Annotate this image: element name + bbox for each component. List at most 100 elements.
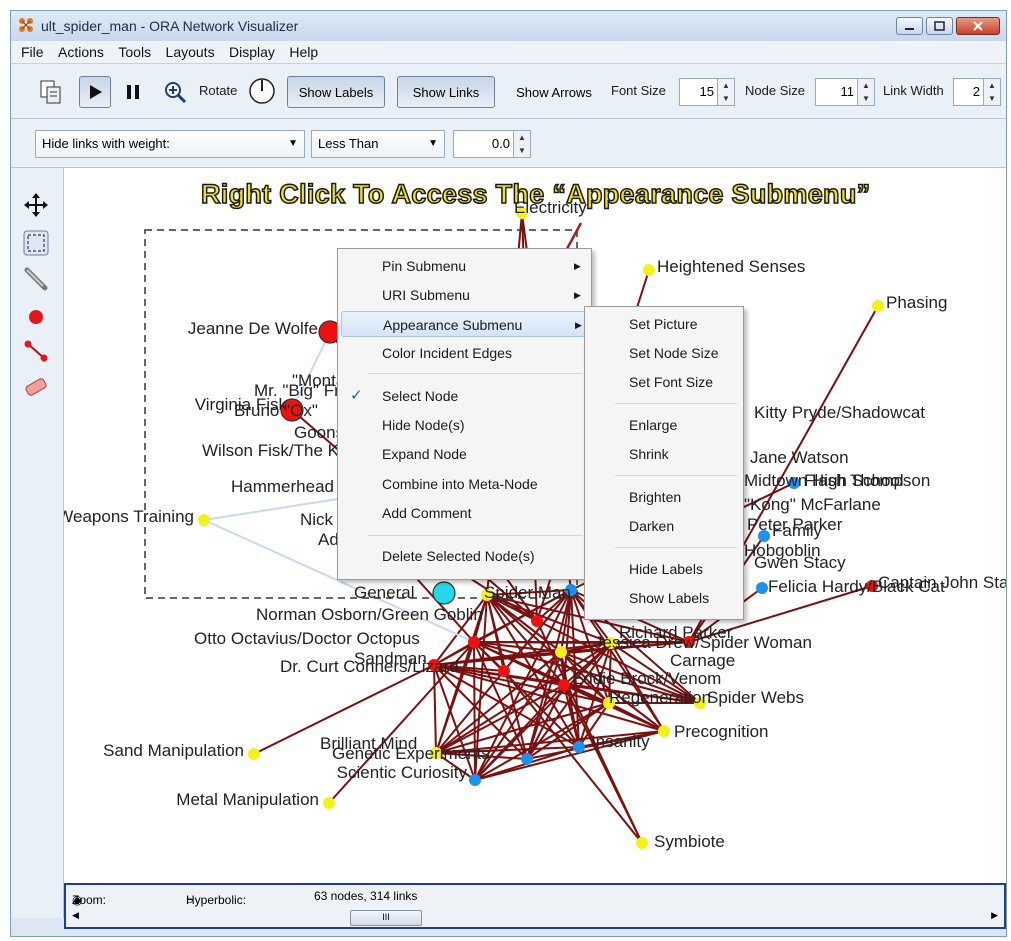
submenu-item-hide-labels[interactable]: Hide Labels bbox=[585, 556, 743, 582]
menu-separator bbox=[615, 403, 737, 404]
link-width-spinner[interactable]: 2 ▲ ▼ bbox=[953, 78, 1001, 106]
graph-node[interactable] bbox=[198, 514, 210, 526]
move-tool-icon[interactable] bbox=[23, 192, 49, 218]
menu-item-select-node[interactable]: ✓ Select Node bbox=[338, 383, 591, 409]
node-label: Norman Osborn/Green Goblin bbox=[256, 605, 483, 624]
rotate-dial-icon[interactable] bbox=[247, 76, 277, 106]
graph-node[interactable] bbox=[531, 615, 543, 627]
scroll-right-icon[interactable]: ▶ bbox=[991, 910, 998, 921]
menu-item-pin-submenu[interactable]: Pin Submenu ▶ bbox=[338, 253, 591, 279]
graph-node[interactable] bbox=[636, 837, 648, 849]
graph-node[interactable] bbox=[643, 264, 655, 276]
node-label: Captain John Stacy bbox=[878, 573, 1006, 592]
graph-node[interactable] bbox=[248, 748, 260, 760]
menu-help[interactable]: Help bbox=[289, 44, 318, 60]
close-button[interactable] bbox=[956, 17, 1000, 35]
node-size-spinner[interactable]: 11 ▲ ▼ bbox=[815, 78, 875, 106]
spinner-arrows-icon[interactable]: ▲ ▼ bbox=[857, 79, 874, 105]
submenu-item-set-font-size[interactable]: Set Font Size bbox=[585, 369, 743, 395]
spinner-arrows-icon[interactable]: ▲ ▼ bbox=[983, 79, 1000, 105]
node-label: Peter Parker bbox=[747, 515, 843, 534]
menu-actions[interactable]: Actions bbox=[58, 44, 104, 60]
node-label: Eddie Brock/Venom bbox=[572, 669, 721, 688]
graph-link[interactable] bbox=[433, 664, 437, 754]
spinner-arrows-icon[interactable]: ▲ ▼ bbox=[717, 79, 734, 105]
menu-item-label: URI Submenu bbox=[382, 287, 470, 303]
menu-item-delete-selected-nodes[interactable]: Delete Selected Node(s) bbox=[338, 543, 591, 569]
graph-node[interactable] bbox=[469, 774, 481, 786]
add-node-icon[interactable] bbox=[23, 304, 49, 330]
hide-links-value: Hide links with weight: bbox=[42, 136, 170, 151]
menu-item-appearance-submenu[interactable]: Appearance Submenu ▶ bbox=[341, 311, 586, 337]
threshold-value: 0.0 bbox=[491, 136, 510, 151]
zoom-in-icon[interactable] bbox=[163, 80, 187, 104]
close-icon bbox=[973, 21, 983, 31]
comparison-combo[interactable]: Less Than ▼ bbox=[311, 130, 445, 158]
threshold-spinner[interactable]: 0.0 ▲ ▼ bbox=[453, 130, 531, 158]
submenu-item-brighten[interactable]: Brighten bbox=[585, 484, 743, 510]
menu-item-combine-meta-node[interactable]: Combine into Meta-Node bbox=[338, 471, 591, 497]
node-label: Genetic Experiments bbox=[332, 744, 490, 763]
graph-node[interactable] bbox=[468, 636, 480, 648]
menu-item-color-incident-edges[interactable]: Color Incident Edges bbox=[338, 340, 591, 366]
font-size-label: Font Size bbox=[611, 83, 666, 98]
node-label: Sand Manipulation bbox=[103, 741, 244, 760]
menu-item-add-comment[interactable]: Add Comment bbox=[338, 500, 591, 526]
copy-button[interactable] bbox=[35, 76, 67, 108]
menu-file[interactable]: File bbox=[21, 44, 44, 60]
graph-node[interactable] bbox=[498, 665, 510, 677]
graph-node[interactable] bbox=[521, 753, 533, 765]
font-size-spinner[interactable]: 15 ▲ ▼ bbox=[679, 78, 735, 106]
submenu-item-set-picture[interactable]: Set Picture bbox=[585, 311, 743, 337]
show-links-button[interactable]: Show Links bbox=[397, 76, 495, 108]
menu-item-label: Combine into Meta-Node bbox=[382, 476, 538, 492]
graph-node[interactable] bbox=[756, 582, 768, 594]
submenu-item-enlarge[interactable]: Enlarge bbox=[585, 412, 743, 438]
submenu-item-shrink[interactable]: Shrink bbox=[585, 441, 743, 467]
app-window: ult_spider_man - ORA Network Visualizer … bbox=[10, 10, 1007, 937]
menu-item-label: Shrink bbox=[629, 446, 669, 462]
paint-brush-icon[interactable] bbox=[23, 266, 49, 292]
node-label: Heightened Senses bbox=[657, 257, 805, 276]
menu-item-label: Enlarge bbox=[629, 417, 678, 433]
graph-node[interactable] bbox=[872, 300, 884, 312]
spinner-arrows-icon[interactable]: ▲ ▼ bbox=[513, 131, 530, 157]
menu-item-hide-nodes[interactable]: Hide Node(s) bbox=[338, 412, 591, 438]
maximize-button[interactable] bbox=[926, 17, 953, 35]
pause-button[interactable] bbox=[117, 76, 149, 108]
graph-node[interactable] bbox=[658, 725, 670, 737]
scroll-thumb[interactable]: III bbox=[350, 910, 422, 926]
select-tool-icon[interactable] bbox=[23, 230, 49, 256]
graph-node[interactable] bbox=[555, 646, 567, 658]
graph-node[interactable] bbox=[573, 741, 585, 753]
chevron-down-icon: ▼ bbox=[288, 138, 298, 149]
add-link-icon[interactable] bbox=[23, 338, 49, 364]
graph-node[interactable] bbox=[432, 581, 456, 605]
submenu-item-show-labels[interactable]: Show Labels bbox=[585, 585, 743, 611]
menu-bar: File Actions Tools Layouts Display Help bbox=[11, 41, 1006, 64]
scroll-left-icon[interactable]: ◀ bbox=[72, 910, 79, 921]
horizontal-scrollbar[interactable]: ◀ III ▶ bbox=[64, 907, 1006, 929]
menu-tools[interactable]: Tools bbox=[118, 44, 151, 60]
hide-links-combo[interactable]: Hide links with weight: ▼ bbox=[35, 130, 305, 158]
app-network-icon bbox=[19, 18, 33, 32]
chevron-right-icon: ▶ bbox=[574, 290, 581, 300]
eraser-icon[interactable] bbox=[23, 374, 49, 400]
comparison-value: Less Than bbox=[318, 136, 379, 151]
menu-item-uri-submenu[interactable]: URI Submenu ▶ bbox=[338, 282, 591, 308]
link-width-value: 2 bbox=[972, 84, 980, 99]
show-arrows-button[interactable]: Show Arrows bbox=[505, 76, 603, 108]
graph-node[interactable] bbox=[323, 797, 335, 809]
play-button[interactable] bbox=[79, 76, 111, 108]
node-label: Symbiote bbox=[654, 832, 725, 851]
submenu-item-darken[interactable]: Darken bbox=[585, 513, 743, 539]
menu-layouts[interactable]: Layouts bbox=[166, 44, 215, 60]
node-label: Hammerhead bbox=[231, 477, 334, 496]
minimize-button[interactable] bbox=[896, 17, 923, 35]
submenu-item-set-node-size[interactable]: Set Node Size bbox=[585, 340, 743, 366]
node-label: "Kong" McFarlane bbox=[744, 495, 881, 514]
menu-item-expand-node[interactable]: Expand Node bbox=[338, 441, 591, 467]
graph-node[interactable] bbox=[558, 679, 570, 691]
menu-display[interactable]: Display bbox=[229, 44, 275, 60]
show-labels-button[interactable]: Show Labels bbox=[287, 76, 385, 108]
